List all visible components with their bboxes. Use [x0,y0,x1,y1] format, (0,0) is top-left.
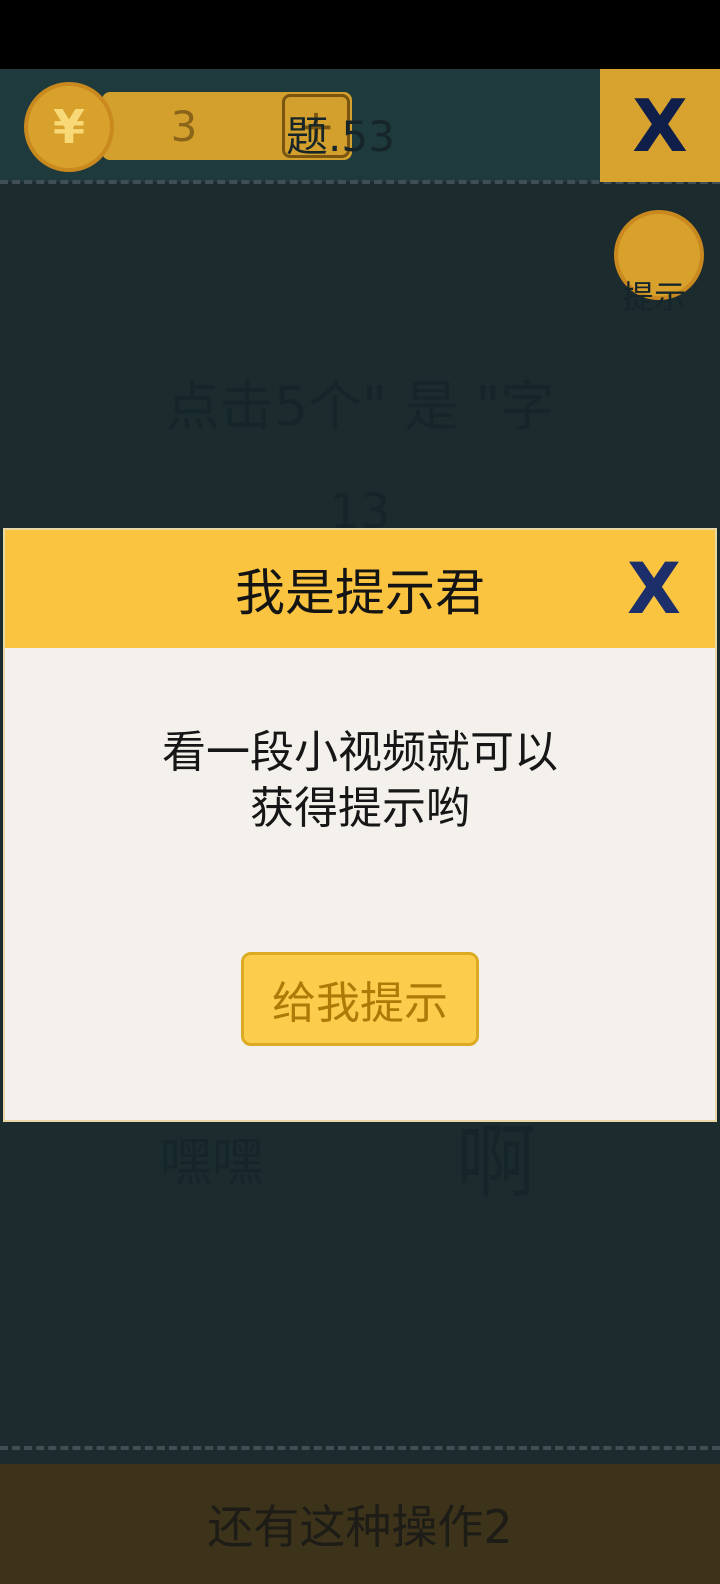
hint-dialog: 我是提示君 X 看一段小视频就可以 获得提示哟 给我提示 [5,530,715,1120]
dialog-message-line: 获得提示哟 [250,783,470,834]
level-label: 题.53 [286,112,395,161]
hint-label: 提示 [622,278,687,316]
word-option[interactable]: 嘿嘿 [160,1120,264,1195]
bottom-banner-text: 还有这种操作2 [207,1500,513,1554]
yen-coin-icon: ¥ [24,82,114,172]
question-text: 点击5个" 是 "字 [165,375,555,438]
divider [0,1446,720,1450]
bottom-banner[interactable]: 还有这种操作2 [0,1464,720,1584]
coin-count: 3 [170,102,198,151]
status-bar [0,0,720,69]
get-hint-button[interactable]: 给我提示 [241,952,479,1046]
dialog-message: 看一段小视频就可以 获得提示哟 [5,725,715,837]
close-dialog-button[interactable]: X [593,530,715,648]
close-game-button[interactable]: X [600,69,720,182]
dialog-message-line: 看一段小视频就可以 [162,727,558,778]
